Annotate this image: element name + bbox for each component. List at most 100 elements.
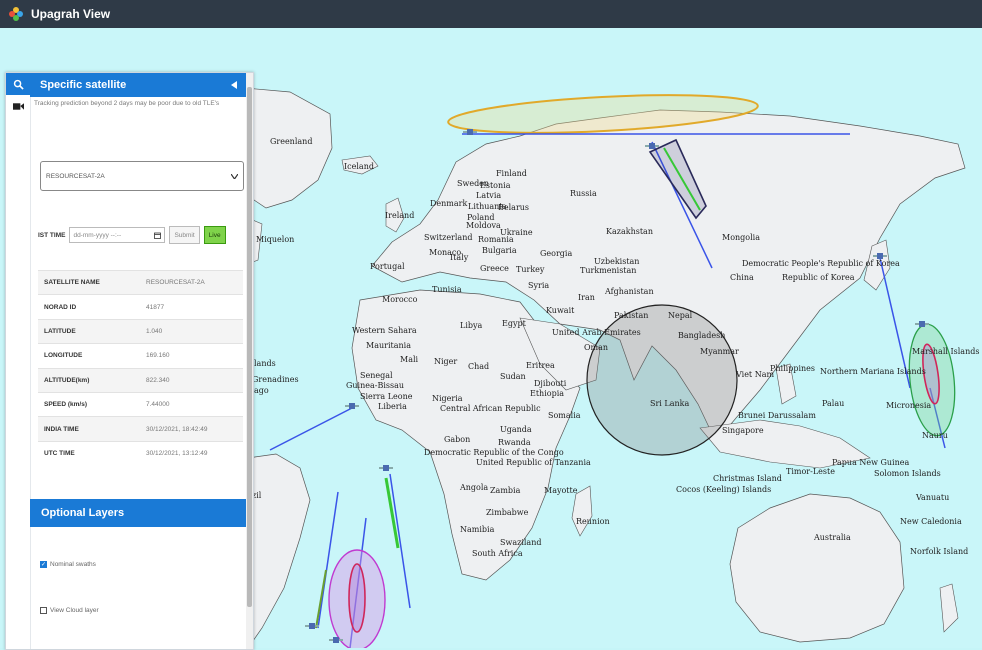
map-label: Marshall Islands (912, 347, 979, 356)
map-label: Egypt (502, 319, 527, 328)
info-value: 822.340 (140, 367, 243, 393)
cloud-layer-label: View Cloud layer (50, 607, 99, 614)
map-label: Iran (578, 293, 595, 302)
info-value: RESOURCESAT-2A (140, 269, 243, 295)
map-label: Western Sahara (352, 326, 417, 335)
satellite-icon[interactable] (345, 403, 359, 409)
map-label: Bulgaria (482, 246, 517, 255)
table-row: UTC TIME 30/12/2021, 13:12:49 (38, 440, 243, 466)
map-label: Democratic People's Republic of Korea (742, 259, 900, 268)
tab-video[interactable] (6, 95, 30, 117)
map-label: Sudan (500, 372, 526, 381)
map-label: Belarus (498, 203, 529, 212)
map-label: Georgia (540, 249, 572, 258)
map-label: Moldova (466, 221, 501, 230)
map-label: Miquelon (256, 235, 294, 244)
map-label: Northern Mariana Islands (820, 367, 926, 376)
map-label: Senegal (360, 371, 393, 380)
map-label: Palau (822, 399, 844, 408)
map-label: Russia (570, 189, 597, 198)
ist-time-row: IST TIME dd-mm-yyyy --:-- Submit Live (38, 226, 226, 244)
map-label: Denmark (430, 199, 467, 208)
info-key: NORAD ID (38, 294, 140, 320)
map-label: Singapore (722, 426, 764, 435)
map-label: Libya (460, 321, 483, 330)
map-label: Eritrea (526, 361, 555, 370)
panel-scrollbar-thumb[interactable] (247, 87, 252, 607)
map-label: Bangladesh (678, 331, 725, 340)
map-label: Morocco (382, 295, 418, 304)
map-label: Philippines (770, 364, 815, 373)
panel-header: Specific satellite (30, 73, 246, 97)
map-label: Oman (584, 343, 608, 352)
info-key: LATITUDE (38, 318, 140, 344)
map-label: Liberia (378, 402, 407, 411)
swath-atlantic-inner (348, 563, 366, 633)
land-greenland (244, 87, 333, 209)
satellite-select[interactable]: RESOURCESAT-2A (40, 161, 244, 191)
panel-scrollbar[interactable] (246, 73, 253, 649)
map-label: Micronesia (886, 401, 931, 410)
nominal-swaths-checkbox[interactable]: ✓ (40, 561, 47, 568)
table-row: LATITUDE 1.040 (38, 318, 243, 344)
map-label: Norfolk Island (910, 547, 968, 556)
map-label: Zambia (490, 486, 521, 495)
panel-title: Specific satellite (40, 79, 127, 91)
map-label: Djibouti (534, 379, 567, 388)
table-row: LONGITUDE 169.160 (38, 343, 243, 369)
calendar-icon (154, 232, 162, 239)
ist-time-input[interactable]: dd-mm-yyyy --:-- (69, 227, 166, 243)
map-label: Timor-Leste (786, 467, 835, 476)
info-value: 169.160 (140, 343, 243, 369)
map-label: Afghanistan (604, 287, 654, 296)
nominal-swaths-label: Nominal swaths (50, 561, 96, 568)
specific-satellite-panel: Specific satellite Tracking prediction b… (30, 73, 246, 649)
map-label: Angola (459, 483, 488, 492)
map-label: Mauritania (366, 341, 411, 350)
info-value: 30/12/2021, 18:42:49 (140, 416, 243, 442)
map-label: Chad (468, 362, 489, 371)
search-icon (13, 79, 24, 90)
map-label: Sri Lanka (650, 399, 689, 408)
land-new-zealand (939, 583, 959, 633)
map-label: Portugal (370, 262, 405, 271)
optional-layers-header[interactable]: Optional Layers (30, 499, 246, 527)
chevron-down-icon (231, 173, 238, 179)
cloud-layer-option[interactable]: View Cloud layer (40, 607, 99, 614)
table-row: SATELLITE NAME RESOURCESAT-2A (38, 269, 243, 295)
top-bar: Upagrah View (0, 0, 982, 28)
table-row: ALTITUDE(km) 822.340 (38, 367, 243, 393)
map-label: Latvia (476, 191, 501, 200)
info-value: 41877 (140, 294, 243, 320)
tab-search[interactable] (6, 73, 30, 95)
land-australia (729, 493, 905, 643)
map-label: Zimbabwe (486, 508, 529, 517)
caret-left-icon[interactable] (231, 81, 238, 89)
cloud-layer-checkbox[interactable] (40, 607, 47, 614)
live-button[interactable]: Live (203, 226, 226, 244)
info-value: 7.44000 (140, 391, 243, 417)
map-label: Democratic Republic of the Congo (424, 448, 564, 457)
map-label: Pakistan (614, 311, 648, 320)
info-key: LONGITUDE (38, 343, 140, 369)
nominal-swaths-option[interactable]: ✓ Nominal swaths (40, 561, 96, 568)
map-label: Greece (480, 264, 509, 273)
map-label: Cocos (Keeling) Islands (676, 485, 771, 494)
ground-track-line (269, 407, 353, 451)
submit-button[interactable]: Submit (169, 226, 200, 244)
map-label: Grenadines (252, 375, 299, 384)
map-label: Republic of Korea (782, 273, 855, 282)
satellite-icon[interactable] (379, 465, 393, 471)
ground-track-line (389, 473, 411, 609)
map-label: Iceland (344, 162, 374, 171)
map-label: Gabon (444, 435, 470, 444)
land-south-america (247, 453, 311, 648)
map-label: Somalia (548, 411, 581, 420)
map-label: Vanuatu (915, 493, 949, 502)
map-label: United Republic of Tanzania (476, 458, 591, 467)
map-label: South Africa (472, 549, 523, 558)
ist-time-placeholder: dd-mm-yyyy --:-- (73, 231, 122, 239)
tle-warning-note: Tracking prediction beyond 2 days may be… (34, 100, 220, 107)
info-key: ALTITUDE(km) (38, 367, 140, 393)
map-label: Ireland (385, 211, 414, 220)
